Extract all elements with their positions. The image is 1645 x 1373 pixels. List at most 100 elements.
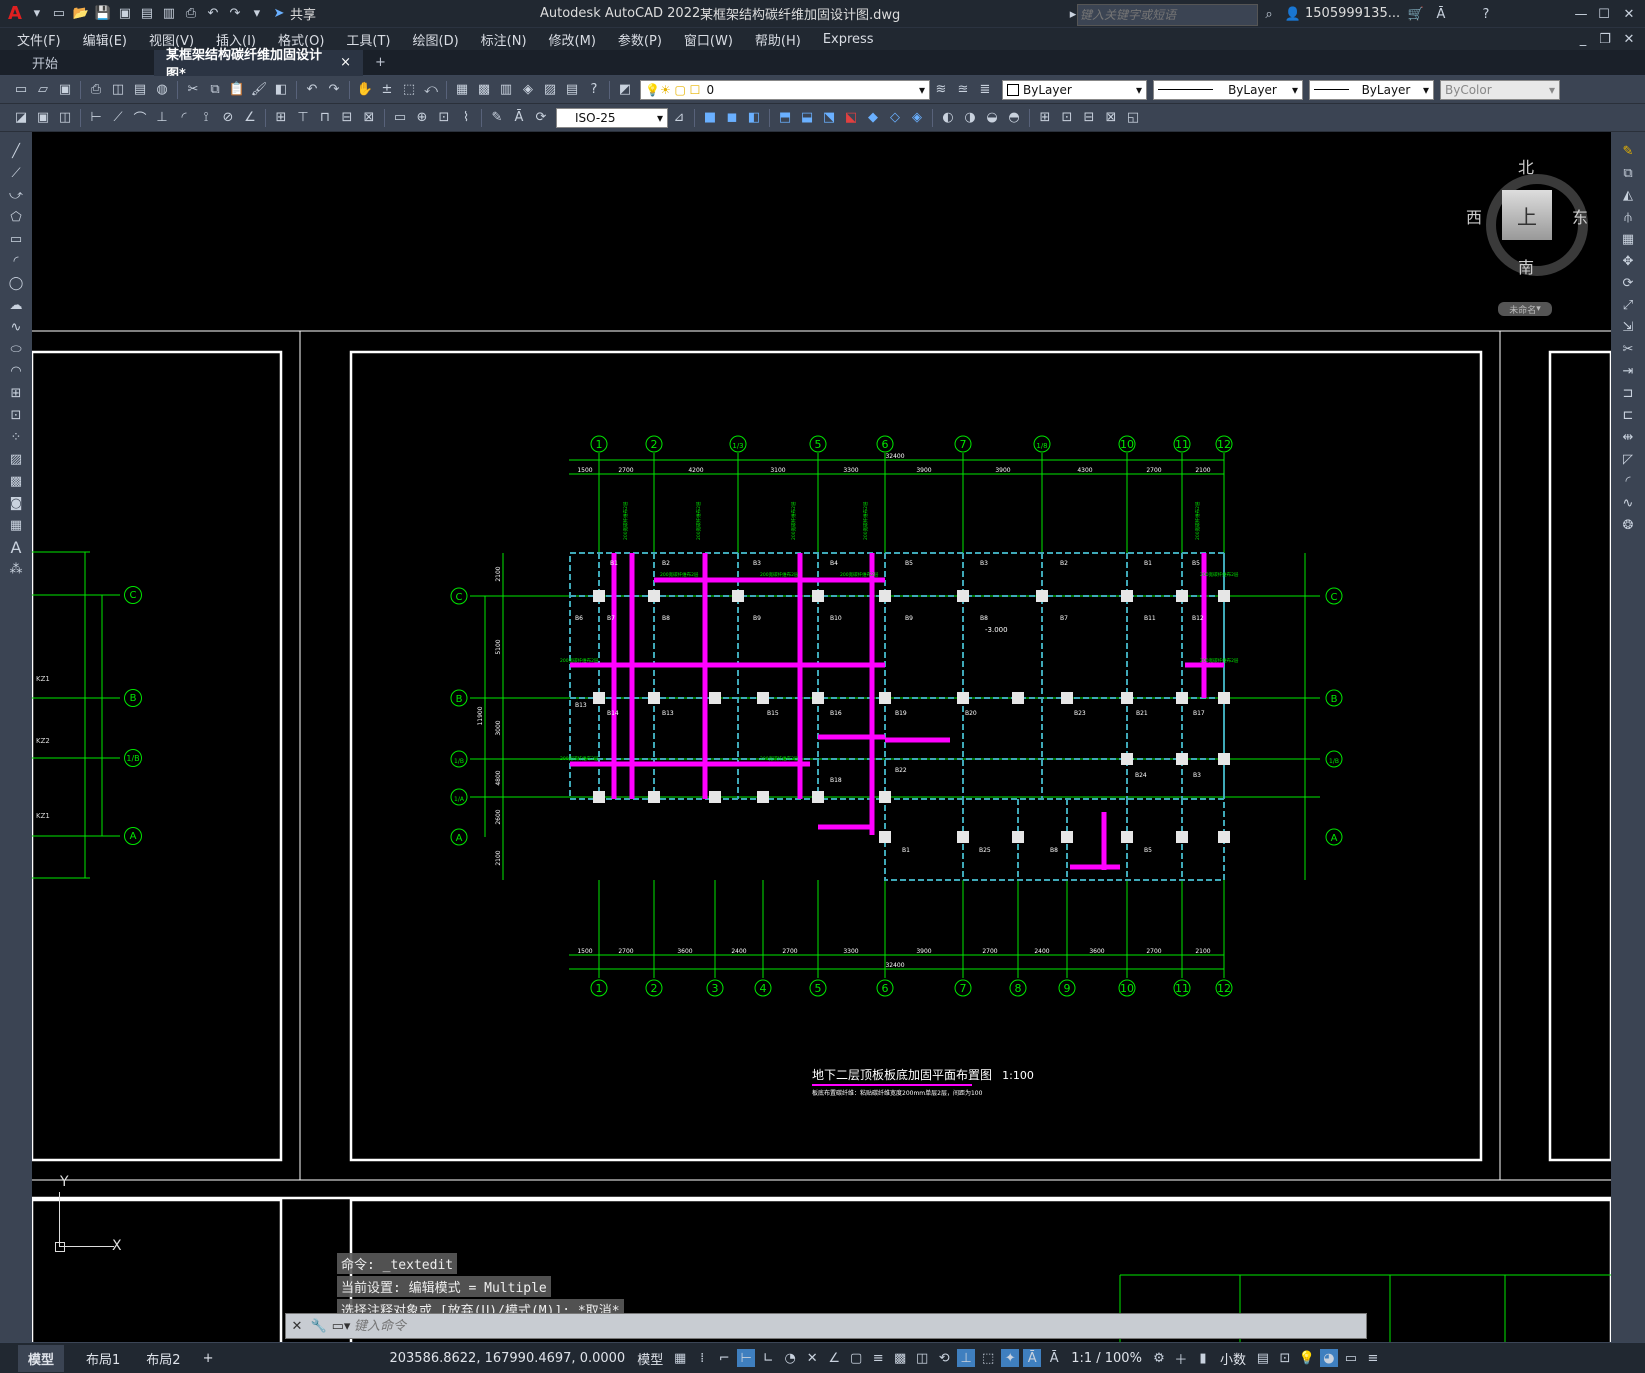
customization-icon[interactable]: ≡: [1364, 1349, 1382, 1367]
dim-space-icon[interactable]: ⊟: [338, 109, 356, 127]
extrude-icon[interactable]: ⬒: [776, 109, 794, 127]
stretch-icon[interactable]: ⇲: [1619, 318, 1637, 336]
paste-icon[interactable]: 📋: [228, 81, 246, 99]
dim-break-icon[interactable]: ⊠: [360, 109, 378, 127]
workspace-gear-icon[interactable]: ⚙: [1150, 1349, 1168, 1367]
inspect-icon[interactable]: ⊡: [435, 109, 453, 127]
share-label[interactable]: 共享: [290, 4, 316, 23]
center-mark-icon[interactable]: ⊕: [413, 109, 431, 127]
menu-modify[interactable]: 修改(M): [538, 30, 607, 49]
drawing-canvas[interactable]: 1 2 1/3 5 6 7 1/8 10 11 12 32400 1500 2700 4200 3100 33…: [32, 132, 1611, 1342]
autocad-logo[interactable]: A: [8, 3, 22, 24]
dim-edit-icon[interactable]: ✎: [488, 109, 506, 127]
properties-icon[interactable]: ▦: [453, 81, 471, 99]
extend-icon[interactable]: ⇥: [1619, 362, 1637, 380]
linear-dim-icon[interactable]: ⊢: [87, 109, 105, 127]
isolate-icon[interactable]: 💡: [1298, 1349, 1316, 1367]
point-icon[interactable]: ⁘: [7, 428, 25, 446]
command-recent-icon[interactable]: ▭▾: [332, 1317, 351, 1335]
scale-icon[interactable]: ⤢: [1619, 296, 1637, 314]
viewcube-west[interactable]: 西: [1466, 204, 1482, 228]
presspull-icon[interactable]: ◆: [864, 109, 882, 127]
menu-file[interactable]: 文件(F): [6, 30, 72, 49]
user-icon[interactable]: 👤: [1284, 5, 1302, 23]
isodraft-icon[interactable]: ✕: [803, 1349, 821, 1367]
selection-filter-icon[interactable]: ⬚: [979, 1349, 997, 1367]
menu-dimension[interactable]: 标注(N): [470, 30, 538, 49]
grid-icon[interactable]: ▦: [671, 1349, 689, 1367]
auto-scale-icon[interactable]: Ā: [1045, 1349, 1063, 1367]
tolerance-icon[interactable]: ▭: [391, 109, 409, 127]
tab-start[interactable]: 开始: [20, 50, 154, 76]
plot-icon[interactable]: ⎙: [87, 81, 105, 99]
share-icon[interactable]: ➤: [270, 5, 288, 23]
cart-icon[interactable]: 🛒: [1407, 5, 1425, 23]
match-prop-icon[interactable]: 🖌: [250, 81, 268, 99]
web-save-icon[interactable]: ▥: [160, 5, 178, 23]
polyline-icon[interactable]: ⤻: [7, 186, 25, 204]
explode-icon[interactable]: ❂: [1619, 516, 1637, 534]
gradient-icon[interactable]: ▩: [7, 472, 25, 490]
gizmo-icon[interactable]: ✦: [1001, 1349, 1020, 1367]
web-open-icon[interactable]: ▤: [138, 5, 156, 23]
color-dropdown[interactable]: ByLayer ▾: [1002, 79, 1147, 100]
close-icon[interactable]: ✕: [1620, 5, 1638, 23]
annotation-scale[interactable]: 1:1 / 100%: [1071, 1351, 1142, 1366]
hatch-icon[interactable]: ▨: [7, 450, 25, 468]
save-as-icon[interactable]: ▣: [116, 5, 134, 23]
redo-icon[interactable]: ↷: [226, 5, 244, 23]
ortho-icon[interactable]: ∟: [759, 1349, 777, 1367]
block-editor-icon[interactable]: ◧: [272, 81, 290, 99]
viewcube[interactable]: 上 北 南 西 东: [1466, 154, 1588, 277]
erase-icon[interactable]: ✎: [1619, 142, 1637, 160]
3d-osnap-icon[interactable]: ⟲: [935, 1349, 953, 1367]
jogged-linear-icon[interactable]: ⌇: [457, 109, 475, 127]
ucs-icon[interactable]: ⊞: [1036, 109, 1054, 127]
sweep-icon[interactable]: ⬔: [820, 109, 838, 127]
doc-minimize-icon[interactable]: _: [1574, 30, 1592, 48]
publish-icon[interactable]: ▤: [131, 81, 149, 99]
save-icon[interactable]: ▣: [56, 81, 74, 99]
transparency-icon[interactable]: ▩: [891, 1349, 909, 1367]
zoom-realtime-icon[interactable]: ±: [378, 81, 396, 99]
help-icon[interactable]: ?: [1477, 5, 1495, 23]
ellipse-arc-icon[interactable]: ◠: [7, 362, 25, 380]
menu-tools[interactable]: 工具(T): [335, 30, 401, 49]
search-input[interactable]: [1077, 4, 1258, 26]
redo-icon[interactable]: ↷: [325, 81, 343, 99]
layout-tab-2[interactable]: 布局2: [146, 1349, 180, 1368]
help-icon[interactable]: ?: [585, 81, 603, 99]
command-input[interactable]: [352, 1316, 1366, 1336]
layer-previous-icon[interactable]: ≊: [954, 81, 972, 99]
zoom-previous-icon[interactable]: ⤺: [422, 81, 440, 99]
continue-icon[interactable]: ⊓: [316, 109, 334, 127]
break-point-icon[interactable]: ⊐: [1619, 384, 1637, 402]
chamfer-icon[interactable]: ◸: [1619, 450, 1637, 468]
table-icon[interactable]: ▦: [7, 516, 25, 534]
revision-cloud-icon[interactable]: ☁: [7, 296, 25, 314]
new-file-icon[interactable]: ▭: [50, 5, 68, 23]
menu-edit[interactable]: 编辑(E): [72, 30, 138, 49]
jogged-icon[interactable]: ⟟: [197, 109, 215, 127]
baseline-icon[interactable]: ⊤: [294, 109, 312, 127]
add-selected-icon[interactable]: ⁂: [7, 560, 25, 578]
fillet-edge-icon[interactable]: ◑: [961, 109, 979, 127]
tool-palette-icon[interactable]: ▥: [497, 81, 515, 99]
search-icon[interactable]: ⌕: [1260, 5, 1278, 23]
calculator-icon[interactable]: ▤: [563, 81, 581, 99]
layer-dropdown[interactable]: 💡☀ ▢ ☐ 0 ▾: [640, 79, 930, 100]
copy-object-icon[interactable]: ⧉: [1619, 164, 1637, 182]
ucs-view-icon[interactable]: ⊠: [1102, 109, 1120, 127]
units-value[interactable]: 小数: [1220, 1349, 1246, 1368]
dim-text-edit-icon[interactable]: Ā: [510, 109, 528, 127]
layer-properties-icon[interactable]: ◩: [616, 81, 634, 99]
layer-tool-icon[interactable]: ▣: [34, 109, 52, 127]
solid-box-icon[interactable]: ■: [701, 109, 719, 127]
dynamic-input-icon[interactable]: ⊢: [737, 1349, 756, 1367]
plotstyle-dropdown[interactable]: ByColor ▾: [1440, 79, 1560, 100]
revolve-icon[interactable]: ⬓: [798, 109, 816, 127]
undo-icon[interactable]: ↶: [204, 5, 222, 23]
offset-icon[interactable]: ⫛: [1619, 208, 1637, 226]
mirror-icon[interactable]: ◭: [1619, 186, 1637, 204]
menu-express[interactable]: Express: [812, 32, 885, 47]
